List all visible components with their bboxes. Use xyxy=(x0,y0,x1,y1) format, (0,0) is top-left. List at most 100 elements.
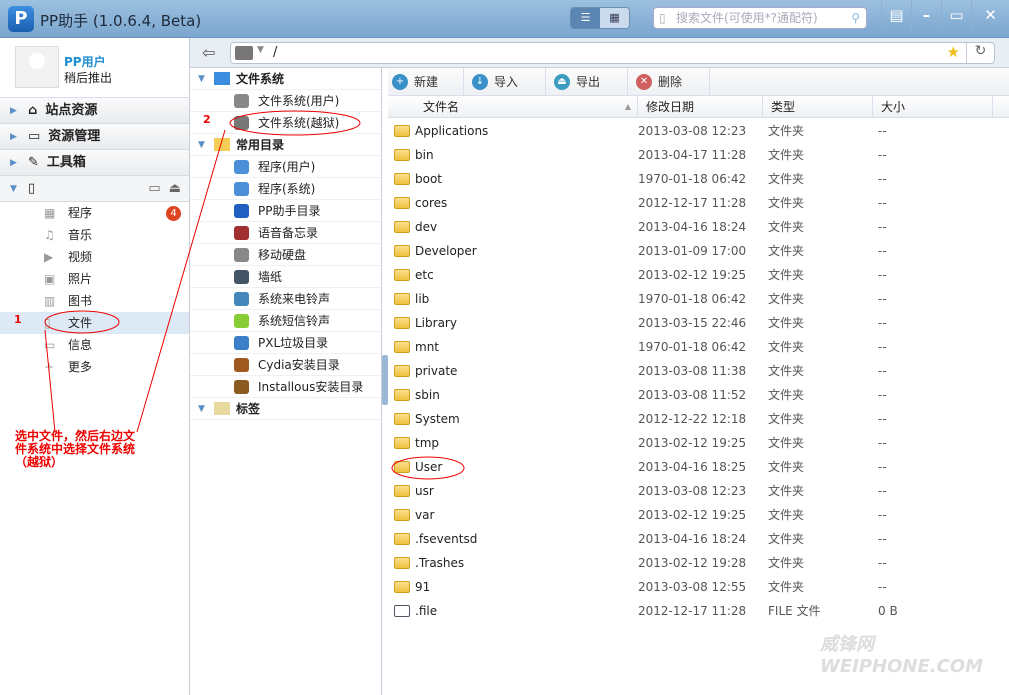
tree-item[interactable]: 移动硬盘 xyxy=(190,244,381,266)
eject-icon[interactable]: ⏏ xyxy=(169,176,181,202)
table-row[interactable]: .file 2012-12-17 11:28 FILE 文件 0 B xyxy=(388,599,1009,623)
table-row[interactable]: System 2012-12-22 12:18 文件夹 -- xyxy=(388,407,1009,431)
sidebar-item-apps[interactable]: ▦ 程序 4 xyxy=(0,202,189,224)
file-type: 文件夹 xyxy=(768,148,805,162)
tree-group[interactable]: ▼ 文件系统 xyxy=(190,68,381,90)
sidebar-section-toolbox[interactable]: ▶ ✎ 工具箱 xyxy=(0,150,189,176)
folder-icon xyxy=(234,204,249,218)
sidebar-section-sites[interactable]: ▶ ⌂ 站点资源 xyxy=(0,98,189,124)
item-label: 文件 xyxy=(68,316,93,330)
view-toggle[interactable]: ☰ ▦ xyxy=(570,7,630,29)
table-row[interactable]: Library 2013-03-15 22:46 文件夹 -- xyxy=(388,311,1009,335)
sidebar-item-more[interactable]: + 更多 xyxy=(0,356,189,378)
folder-icon xyxy=(394,149,410,161)
collapse-icon[interactable]: ▼ xyxy=(198,68,208,90)
close-button[interactable]: ✕ xyxy=(971,0,1009,30)
section-label: 工具箱 xyxy=(46,154,86,170)
avatar[interactable] xyxy=(15,46,59,88)
monitor-icon: ▭ xyxy=(28,128,41,144)
tree-group[interactable]: ▼ 常用目录 xyxy=(190,134,381,156)
sidebar-item-messages[interactable]: ▭ 信息 xyxy=(0,334,189,356)
file-size: -- xyxy=(878,436,887,450)
file-size: -- xyxy=(878,172,887,186)
tree-item[interactable]: 文件系统(越狱) xyxy=(190,112,381,134)
chevron-down-icon[interactable]: ▼ xyxy=(257,45,264,55)
table-row[interactable]: .Trashes 2013-02-12 19:28 文件夹 -- xyxy=(388,551,1009,575)
home-icon: ⌂ xyxy=(28,102,38,118)
path-text: / xyxy=(273,45,278,60)
file-name: lib xyxy=(415,292,430,306)
table-row[interactable]: bin 2013-04-17 11:28 文件夹 -- xyxy=(388,143,1009,167)
table-row[interactable]: Developer 2013-01-09 17:00 文件夹 -- xyxy=(388,239,1009,263)
drive-icon[interactable] xyxy=(235,46,253,60)
column-date[interactable]: 修改日期 xyxy=(638,96,763,118)
folder-icon xyxy=(234,270,249,284)
sidebar-item-music[interactable]: ♫ 音乐 xyxy=(0,224,189,246)
table-row[interactable]: var 2013-02-12 19:25 文件夹 -- xyxy=(388,503,1009,527)
sidebar-item-files[interactable]: ▯ 文件 xyxy=(0,312,189,334)
export-button[interactable]: ⏏ 导出 xyxy=(550,68,628,96)
import-button[interactable]: ↓ 导入 xyxy=(468,68,546,96)
table-row[interactable]: usr 2013-03-08 12:23 文件夹 -- xyxy=(388,479,1009,503)
file-size: -- xyxy=(878,268,887,282)
tree-item[interactable]: Cydia安装目录 xyxy=(190,354,381,376)
table-row[interactable]: mnt 1970-01-18 06:42 文件夹 -- xyxy=(388,335,1009,359)
tree-item[interactable]: 文件系统(用户) xyxy=(190,90,381,112)
tree-item[interactable]: PP助手目录 xyxy=(190,200,381,222)
delete-button[interactable]: ✕ 删除 xyxy=(632,68,710,96)
collapse-icon[interactable]: ▼ xyxy=(198,398,208,420)
star-icon[interactable]: ★ xyxy=(947,43,960,61)
tree-item[interactable]: 墙纸 xyxy=(190,266,381,288)
table-row[interactable]: lib 1970-01-18 06:42 文件夹 -- xyxy=(388,287,1009,311)
folder-icon xyxy=(234,226,249,240)
maximize-button[interactable]: ▭ xyxy=(941,0,971,30)
list-view-button[interactable]: ☰ xyxy=(571,8,600,28)
tree-item[interactable]: 系统来电铃声 xyxy=(190,288,381,310)
table-row[interactable]: Applications 2013-03-08 12:23 文件夹 -- xyxy=(388,119,1009,143)
tree-item[interactable]: PXL垃圾目录 xyxy=(190,332,381,354)
path-input[interactable]: ▼ / ★ ↻ xyxy=(230,42,995,64)
sidebar-item-photos[interactable]: ▣ 照片 xyxy=(0,268,189,290)
search-icon[interactable]: ⚲ xyxy=(851,8,860,28)
tree-item[interactable]: Installous安装目录 xyxy=(190,376,381,398)
file-size: -- xyxy=(878,460,887,474)
column-type[interactable]: 类型 xyxy=(763,96,873,118)
search-input[interactable]: ▯ 搜索文件(可使用*?通配符) ⚲ xyxy=(653,7,867,29)
logout-link[interactable]: 稍后推出 xyxy=(64,69,112,86)
back-arrow-icon[interactable]: ⇦ xyxy=(202,43,215,62)
tree-item[interactable]: 程序(用户) xyxy=(190,156,381,178)
collapse-icon[interactable]: ▼ xyxy=(198,134,208,156)
file-type: 文件夹 xyxy=(768,268,805,282)
sidebar-section-resources[interactable]: ▶ ▭ 资源管理 xyxy=(0,124,189,150)
table-row[interactable]: User 2013-04-16 18:25 文件夹 -- xyxy=(388,455,1009,479)
tree-group[interactable]: ▼ 标签 xyxy=(190,398,381,420)
table-row[interactable]: .fseventsd 2013-04-16 18:24 文件夹 -- xyxy=(388,527,1009,551)
file-name: bin xyxy=(415,148,434,162)
new-button[interactable]: + 新建 xyxy=(388,68,464,96)
table-row[interactable]: 91 2013-03-08 12:55 文件夹 -- xyxy=(388,575,1009,599)
column-name[interactable]: 文件名 ▲ xyxy=(415,96,638,118)
user-name[interactable]: PP用户 xyxy=(64,53,106,70)
grid-view-button[interactable]: ▦ xyxy=(600,8,629,28)
folder-icon xyxy=(394,173,410,185)
table-row[interactable]: cores 2012-12-17 11:28 文件夹 -- xyxy=(388,191,1009,215)
column-size[interactable]: 大小 xyxy=(873,96,993,118)
refresh-icon[interactable]: ↻ xyxy=(966,43,994,63)
file-date: 2013-03-08 12:23 xyxy=(638,484,747,498)
table-row[interactable]: etc 2013-02-12 19:25 文件夹 -- xyxy=(388,263,1009,287)
tree-item[interactable]: 系统短信铃声 xyxy=(190,310,381,332)
sidebar-item-video[interactable]: ▶ 视频 xyxy=(0,246,189,268)
minimize-button[interactable]: – xyxy=(911,0,941,30)
device-header[interactable]: ▼ ▯ ▭ ⏏ xyxy=(0,176,189,202)
file-date: 1970-01-18 06:42 xyxy=(638,292,747,306)
tree-item[interactable]: 程序(系统) xyxy=(190,178,381,200)
table-row[interactable]: boot 1970-01-18 06:42 文件夹 -- xyxy=(388,167,1009,191)
sidebar-item-books[interactable]: ▥ 图书 xyxy=(0,290,189,312)
feedback-button[interactable]: ▤ xyxy=(881,0,911,30)
table-row[interactable]: dev 2013-04-16 18:24 文件夹 -- xyxy=(388,215,1009,239)
app-logo: P xyxy=(8,6,34,32)
table-row[interactable]: private 2013-03-08 11:38 文件夹 -- xyxy=(388,359,1009,383)
table-row[interactable]: tmp 2013-02-12 19:25 文件夹 -- xyxy=(388,431,1009,455)
tree-item[interactable]: 语音备忘录 xyxy=(190,222,381,244)
table-row[interactable]: sbin 2013-03-08 11:52 文件夹 -- xyxy=(388,383,1009,407)
